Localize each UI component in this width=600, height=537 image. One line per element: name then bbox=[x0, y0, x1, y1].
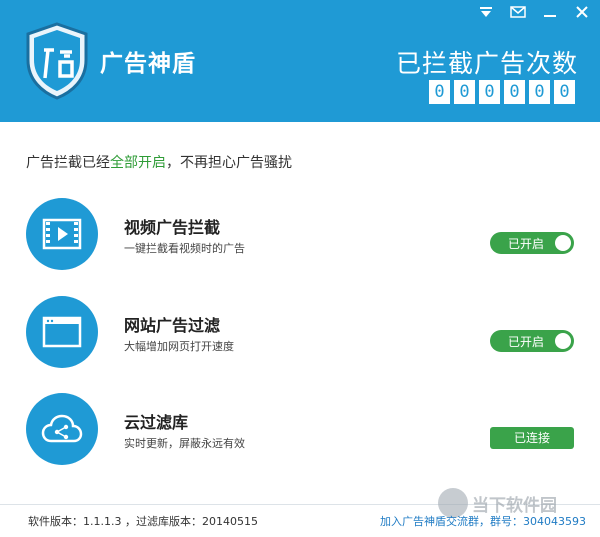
close-icon[interactable] bbox=[574, 4, 590, 20]
feature-description: 大幅增加网页打开速度 bbox=[124, 340, 234, 353]
counter-digit: 0 bbox=[429, 80, 450, 104]
blocked-count-label: 已拦截广告次数 bbox=[395, 49, 578, 78]
toggle-label: 已开启 bbox=[508, 237, 545, 251]
counter-digit: 0 bbox=[454, 80, 475, 104]
version-info: 软件版本：1.1.1.3 ，过滤库版本：20140515 bbox=[28, 515, 258, 528]
counter-digit: 0 bbox=[479, 80, 500, 104]
feature-name: 视频广告拦截 bbox=[124, 218, 221, 237]
header-bar: 广告神盾 已拦截广告次数 0 0 0 0 0 0 bbox=[0, 0, 600, 122]
status-suffix: ，不再担心广告骚扰 bbox=[166, 155, 292, 171]
blocked-count-display: 0 0 0 0 0 0 bbox=[429, 80, 575, 104]
menu-dropdown-icon[interactable] bbox=[478, 4, 494, 20]
toggle-knob bbox=[555, 235, 571, 251]
feature-cloud-filter-library: 云过滤库 实时更新，屏蔽永远有效 已连接 bbox=[26, 393, 576, 467]
shield-logo-icon bbox=[24, 22, 90, 100]
toggle-label: 已开启 bbox=[508, 335, 545, 349]
feature-description: 实时更新，屏蔽永远有效 bbox=[124, 437, 245, 450]
feature-name: 网站广告过滤 bbox=[124, 316, 221, 335]
feature-website-ad-filter: 网站广告过滤 大幅增加网页打开速度 已开启 bbox=[26, 296, 576, 370]
status-message: 广告拦截已经全部开启，不再担心广告骚扰 bbox=[26, 152, 292, 172]
toggle-knob bbox=[555, 333, 571, 349]
counter-digit: 0 bbox=[529, 80, 550, 104]
cloud-share-icon bbox=[26, 393, 98, 465]
cloud-connected-button[interactable]: 已连接 bbox=[490, 427, 574, 449]
browser-window-icon bbox=[26, 296, 98, 368]
feature-description: 一键拦截看视频时的广告 bbox=[124, 242, 245, 255]
app-title: 广告神盾 bbox=[100, 51, 196, 77]
video-ad-block-toggle[interactable]: 已开启 bbox=[490, 232, 574, 254]
window-controls bbox=[478, 4, 590, 20]
status-highlight: 全部开启 bbox=[110, 155, 166, 171]
website-ad-filter-toggle[interactable]: 已开启 bbox=[490, 330, 574, 352]
video-player-icon bbox=[26, 198, 98, 270]
watermark-text: 当下软件园 bbox=[472, 495, 557, 516]
counter-digit: 0 bbox=[554, 80, 575, 104]
minimize-icon[interactable] bbox=[542, 4, 558, 20]
counter-digit: 0 bbox=[504, 80, 525, 104]
feedback-mail-icon[interactable] bbox=[510, 4, 526, 20]
feature-video-ad-block: 视频广告拦截 一键拦截看视频时的广告 已开启 bbox=[26, 198, 576, 272]
status-prefix: 广告拦截已经 bbox=[26, 155, 110, 171]
feature-name: 云过滤库 bbox=[124, 413, 189, 432]
join-group-link[interactable]: 加入广告神盾交流群，群号：304043593 bbox=[380, 513, 586, 529]
